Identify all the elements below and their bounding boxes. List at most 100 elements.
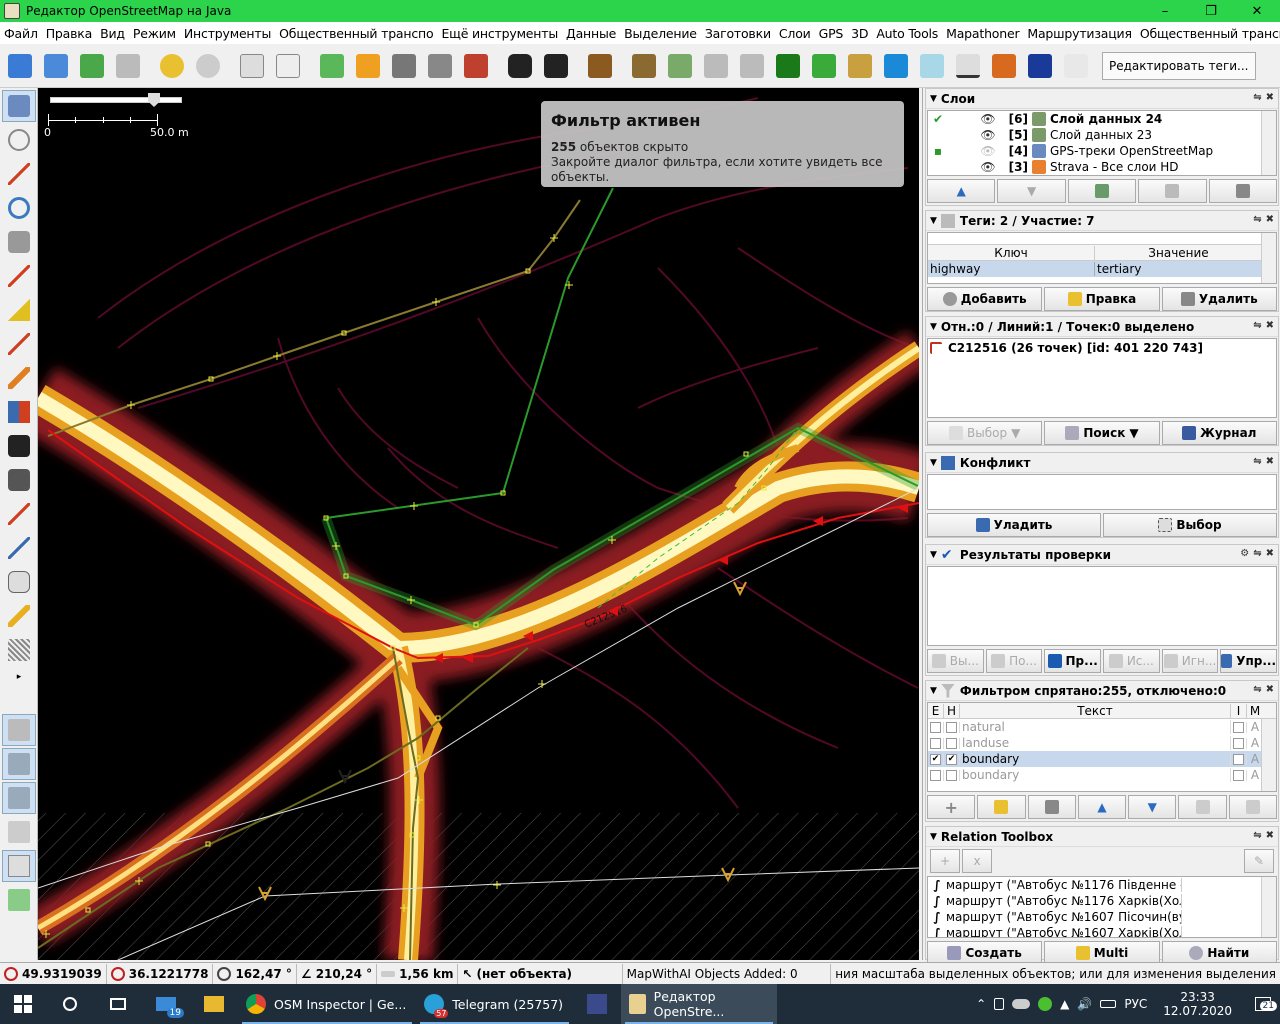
extrude-icon[interactable] (2, 294, 36, 326)
parallel-icon[interactable] (2, 328, 36, 360)
layer-row[interactable]: 👁 [5] Слой данных 23 (928, 127, 1276, 143)
validator-toggle-icon[interactable] (2, 850, 36, 882)
filter-row[interactable]: natural A (928, 719, 1276, 735)
relation-row[interactable]: ∫ маршрут ("Автобус №1607 Харків(Холо... (928, 925, 1276, 937)
tray-expand-icon[interactable]: ⌃ (976, 997, 986, 1011)
disabled-icon[interactable] (1060, 50, 1092, 82)
pencil-icon[interactable] (2, 600, 36, 632)
col-key-header[interactable]: Ключ (928, 245, 1095, 260)
tray-device-icon[interactable] (994, 998, 1005, 1010)
col-i[interactable]: I (1231, 703, 1247, 718)
panel-close-icon[interactable]: ✖ (1266, 830, 1274, 841)
windows-start-icon[interactable] (0, 984, 46, 1024)
road-yellow-icon[interactable] (352, 50, 384, 82)
filter-sort-down-button[interactable] (1178, 795, 1227, 819)
bus-platform-icon[interactable] (2, 464, 36, 496)
enable-checkbox[interactable] (928, 721, 944, 733)
battery-icon[interactable] (1100, 1000, 1117, 1008)
layer-visibility-button[interactable] (1138, 179, 1207, 203)
filter-down-button[interactable]: ▼ (1128, 795, 1177, 819)
filter-text[interactable]: natural (960, 720, 1231, 734)
edit-filter-button[interactable] (977, 795, 1026, 819)
merge-layers-button[interactable] (1067, 179, 1137, 203)
tags-panel-header[interactable]: ▼ Теги: 2 / Участие: 7 ⇋ ✖ (926, 211, 1278, 231)
bluetooth-icon[interactable]: ▲ (1060, 997, 1069, 1011)
select-mode-icon[interactable] (2, 90, 36, 122)
layer-name[interactable]: GPS-треки OpenStreetMap (1050, 144, 1213, 158)
filter-icon[interactable] (272, 50, 304, 82)
dock-icon[interactable]: ⇋ (1253, 830, 1261, 841)
validation-button[interactable]: Ис... (1103, 649, 1160, 673)
relation-row[interactable]: ∫ маршрут ("Автобус №1176 Південне - Х... (928, 877, 1276, 893)
filter-scrollbar[interactable] (1261, 719, 1276, 791)
dock-icon[interactable]: ⇋ (1253, 684, 1261, 695)
volume-icon[interactable]: 🔊 (1077, 997, 1092, 1011)
wall-icon[interactable] (460, 50, 492, 82)
layer-row[interactable]: ▪ 👁 [4] GPS-треки OpenStreetMap (928, 143, 1276, 159)
filter-text[interactable]: landuse (960, 736, 1231, 750)
dock-icon[interactable]: ⇋ (1253, 92, 1261, 103)
lasso-mode-icon[interactable] (2, 124, 36, 156)
menu-item[interactable]: Общественный транспо (275, 26, 437, 41)
collapse-icon[interactable]: ▼ (930, 94, 937, 104)
dock-icon[interactable]: ⇋ (1253, 320, 1261, 331)
panel-close-icon[interactable]: ✖ (1266, 548, 1274, 559)
align-icon[interactable] (2, 498, 36, 530)
layers-panel-header[interactable]: ▼ Слои ⇋ ✖ (926, 89, 1278, 109)
relation-row[interactable]: ∫маршрут ("Автобус №1176 Харків(Холод... (928, 893, 1276, 909)
delete-filter-button[interactable] (1027, 795, 1076, 819)
resolve-conflict-button[interactable]: Уладить (927, 513, 1101, 537)
history-button[interactable]: Журнал (1161, 421, 1277, 445)
menu-item[interactable]: Маршрутизация (1023, 26, 1135, 41)
col-m[interactable]: M (1247, 704, 1263, 718)
task-view-icon[interactable] (94, 984, 142, 1024)
delete-tag-button[interactable]: Удалить (1161, 287, 1277, 311)
node-tool-icon[interactable] (2, 532, 36, 564)
bus-icon[interactable] (540, 50, 572, 82)
menu-item[interactable]: GPS (815, 26, 848, 41)
onedrive-icon[interactable] (1012, 999, 1031, 1009)
taskbar-app-josm[interactable]: Редактор OpenStre... (621, 984, 778, 1024)
menu-item[interactable]: Инструменты (180, 26, 275, 41)
validation-button[interactable]: Пр... (1044, 649, 1102, 673)
menu-item[interactable]: Mapathoner (942, 26, 1023, 41)
enable-checkbox[interactable] (928, 769, 944, 781)
settings-icon[interactable]: ⚙ (1240, 548, 1249, 559)
hide-checkbox[interactable] (944, 737, 960, 749)
filter-up-button[interactable]: ▲ (1077, 795, 1127, 819)
draw-mode-icon[interactable] (2, 158, 36, 190)
redo-icon[interactable] (192, 50, 224, 82)
col-e[interactable]: E (928, 703, 944, 718)
menu-item[interactable]: Выделение (620, 26, 701, 41)
tag-row[interactable]: highway tertiary (928, 261, 1276, 277)
add-filter-button[interactable]: + (927, 795, 976, 819)
tags-scrollbar[interactable] (1261, 233, 1276, 283)
visibility-eye-icon[interactable]: 👁 (978, 144, 998, 158)
menu-item[interactable]: Ещё инструменты (437, 26, 562, 41)
invert-checkbox[interactable] (1231, 753, 1247, 765)
hide-checkbox[interactable] (944, 721, 960, 733)
ruler-icon[interactable] (952, 50, 984, 82)
map-canvas[interactable]: C212516 (38, 88, 919, 960)
grass-icon[interactable] (808, 50, 840, 82)
filter-row[interactable]: ✔ ✔ boundary A (928, 751, 1276, 767)
menu-item[interactable]: Правка (42, 26, 96, 41)
relation-add-icon[interactable]: + (930, 849, 960, 873)
split-icon[interactable] (2, 362, 36, 394)
edit-tags-button[interactable]: Редактировать теги... (1102, 51, 1256, 80)
menu-item[interactable]: Файл (0, 26, 42, 41)
construction-icon[interactable] (700, 50, 732, 82)
delete-layer-button[interactable] (1208, 179, 1278, 203)
farmyard-icon[interactable] (736, 50, 768, 82)
improve-way-icon[interactable] (2, 260, 36, 292)
crossing-icon[interactable] (988, 50, 1020, 82)
col-text[interactable]: Текст (960, 703, 1231, 718)
visibility-eye-icon[interactable]: 👁 (978, 112, 998, 126)
restore-button[interactable]: ❐ (1188, 0, 1234, 22)
menu-item[interactable]: Данные (562, 26, 620, 41)
taskbar-app-telegram[interactable]: 57 Telegram (25757) (416, 984, 573, 1024)
zoom-mode-icon[interactable] (2, 192, 36, 224)
invert-checkbox[interactable] (1231, 769, 1247, 781)
enable-checkbox[interactable] (928, 737, 944, 749)
route-number-icon[interactable] (1024, 50, 1056, 82)
